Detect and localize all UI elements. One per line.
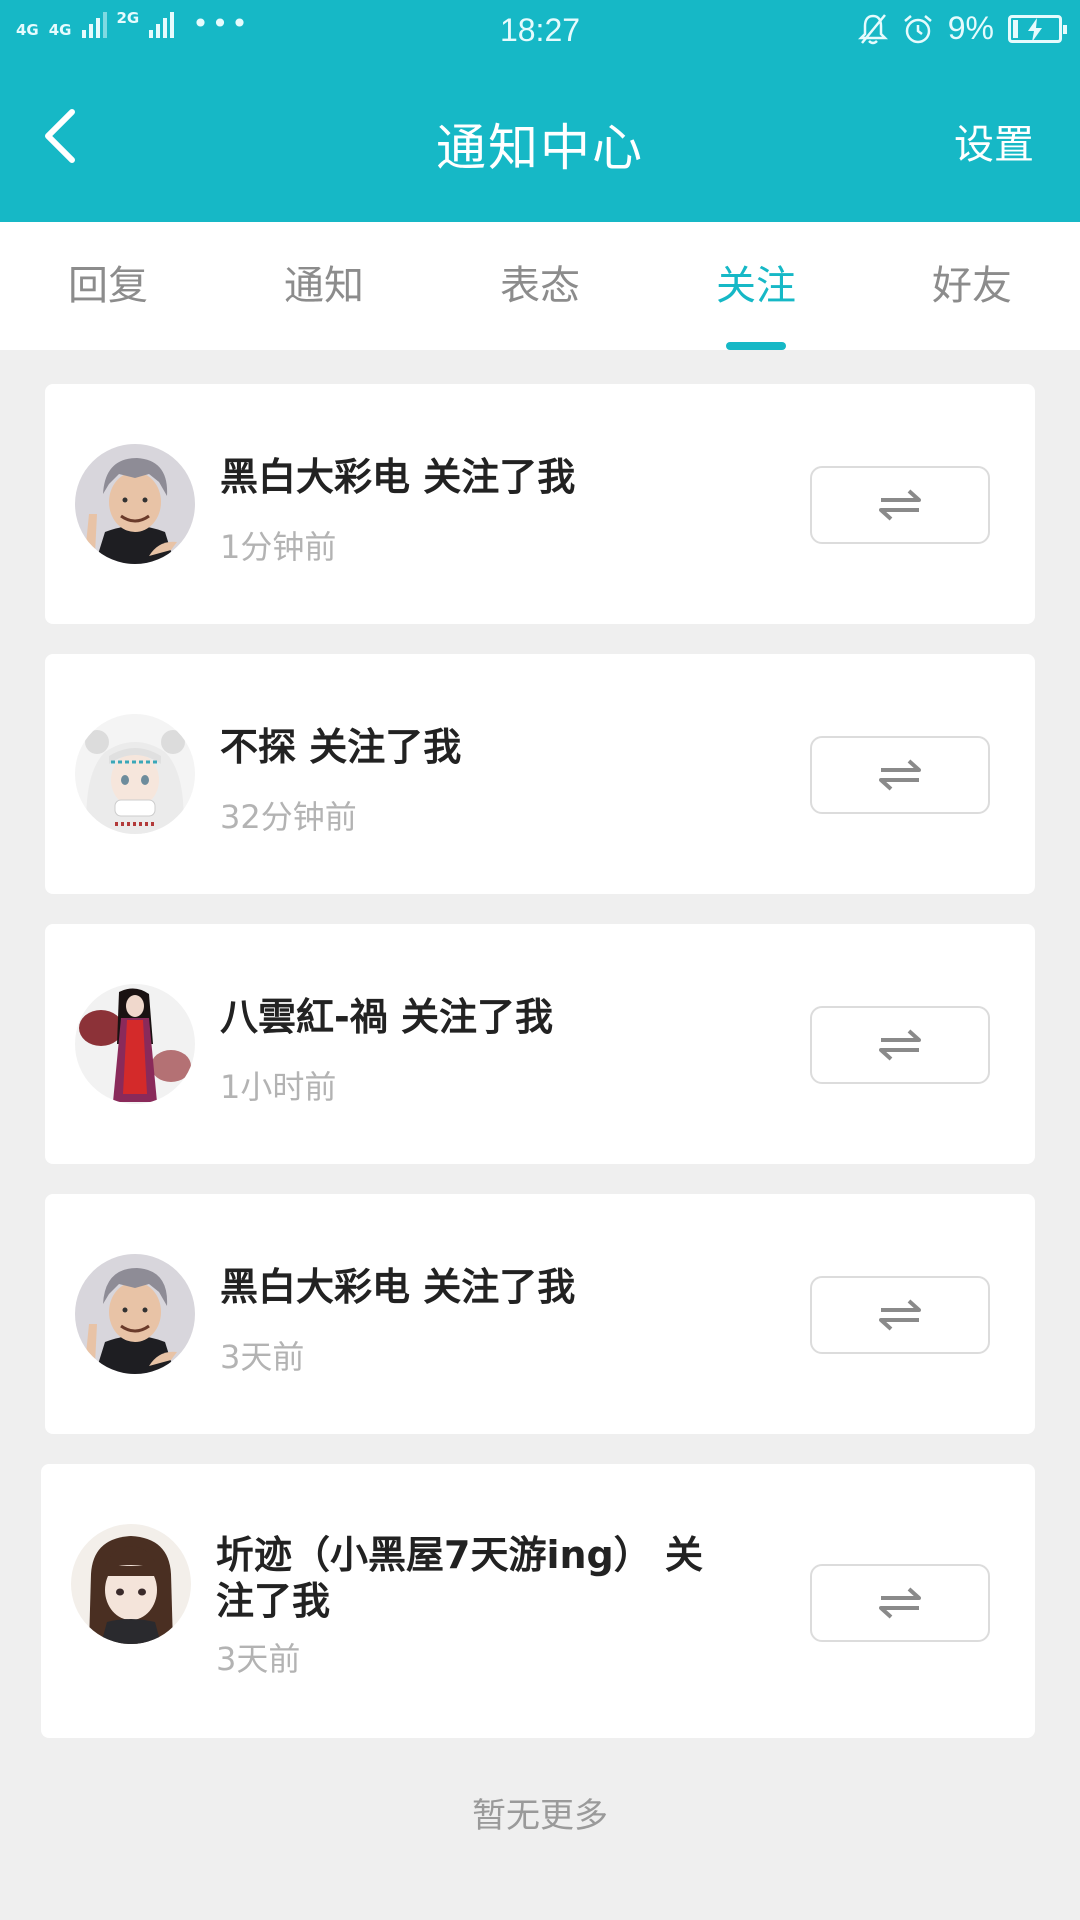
avatar[interactable]: [75, 714, 195, 834]
notification-title: 圻迹（小黑屋7天游ing） 关 注了我: [216, 1532, 703, 1624]
tab-reply[interactable]: 回复: [0, 222, 216, 350]
tab-follow[interactable]: 关注: [648, 222, 864, 350]
swap-arrows-icon: [879, 1299, 921, 1331]
avatar[interactable]: [75, 984, 195, 1104]
list-item[interactable]: 黑白大彩电 关注了我 3天前: [45, 1194, 1035, 1434]
avatar[interactable]: [71, 1524, 191, 1644]
battery-percent: 9%: [947, 10, 994, 46]
gray-haired-man-avatar: [75, 444, 195, 564]
notification-title: 黑白大彩电 关注了我: [220, 1265, 576, 1309]
tab-notice[interactable]: 通知: [216, 222, 432, 350]
swap-arrows-icon: [879, 1029, 921, 1061]
charging-battery-icon: [1008, 14, 1067, 43]
notification-time: 3天前: [216, 1640, 301, 1678]
list-item[interactable]: 不探 关注了我 32分钟前: [45, 654, 1035, 894]
list-item[interactable]: 圻迹（小黑屋7天游ing） 关 注了我 3天前: [41, 1464, 1035, 1738]
notification-title: 不探 关注了我: [220, 725, 462, 769]
notification-time: 3天前: [220, 1338, 305, 1376]
tab-bar: 回复 通知 表态 关注 好友: [0, 222, 1080, 350]
avatar[interactable]: [75, 1254, 195, 1374]
list-item[interactable]: 黑白大彩电 关注了我 1分钟前: [45, 384, 1035, 624]
follow-back-button[interactable]: [810, 1564, 990, 1642]
follow-back-button[interactable]: [810, 736, 990, 814]
notification-title: 八雲紅-禍 关注了我: [220, 995, 554, 1039]
list-item[interactable]: 八雲紅-禍 关注了我 1小时前: [45, 924, 1035, 1164]
tab-friends[interactable]: 好友: [864, 222, 1080, 350]
white-haired-girl-avatar: [75, 714, 195, 834]
follow-back-button[interactable]: [810, 1006, 990, 1084]
swap-arrows-icon: [879, 1587, 921, 1619]
gray-haired-man-avatar: [75, 1254, 195, 1374]
notification-title-line2: 注了我: [216, 1579, 331, 1623]
follow-back-button[interactable]: [810, 466, 990, 544]
avatar[interactable]: [75, 444, 195, 564]
settings-button[interactable]: 设置: [954, 112, 1034, 170]
notification-time: 1分钟前: [220, 528, 337, 566]
alarm-icon: [903, 14, 932, 43]
red-dress-girl-avatar: [75, 984, 195, 1104]
page-title: 通知中心: [436, 119, 644, 177]
swap-arrows-icon: [879, 759, 921, 791]
tab-reaction[interactable]: 表态: [432, 222, 648, 350]
swap-arrows-icon: [879, 489, 921, 521]
brown-haired-girl-avatar: [71, 1524, 191, 1644]
notification-title: 黑白大彩电 关注了我: [220, 455, 576, 499]
status-bar: 4G 4G 2G ••• 18:27 9%: [0, 0, 1080, 60]
follow-back-button[interactable]: [810, 1276, 990, 1354]
notification-time: 1小时前: [220, 1068, 337, 1106]
bell-off-icon: [857, 13, 888, 44]
status-right: 9%: [857, 10, 1067, 47]
notification-time: 32分钟前: [220, 798, 357, 836]
header: 4G 4G 2G ••• 18:27 9% 通知中心 设置: [0, 0, 1080, 222]
notification-title-line1: 圻迹（小黑屋7天游ing） 关: [216, 1533, 703, 1577]
no-more-text: 暂无更多: [472, 1796, 608, 1836]
